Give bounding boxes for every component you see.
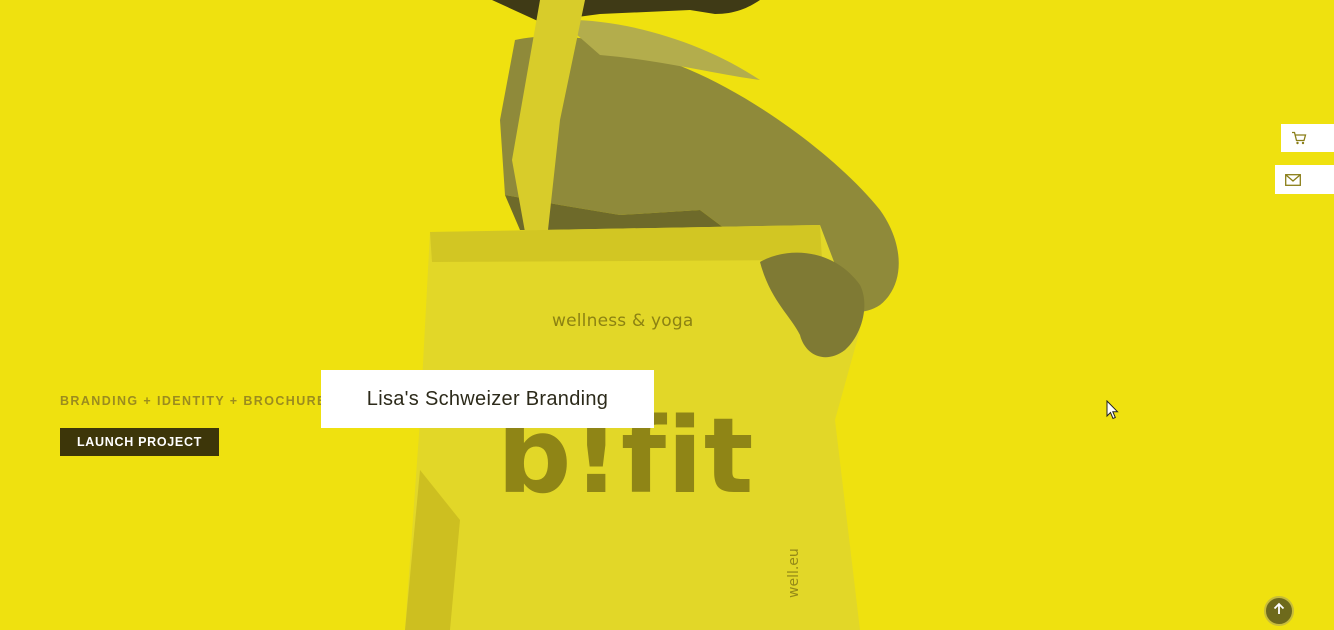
project-title: Lisa's Schweizer Branding	[321, 370, 654, 428]
mail-icon	[1285, 173, 1301, 186]
launch-project-button[interactable]: LAUNCH PROJECT	[60, 428, 219, 456]
bag-tagline: wellness & yoga	[552, 311, 694, 331]
bag-vertical-text: well.eu	[786, 548, 802, 598]
cart-tab[interactable]	[1281, 124, 1334, 152]
cart-icon	[1291, 131, 1307, 145]
project-categories: BRANDING + IDENTITY + BROCHURE	[60, 394, 327, 408]
mail-tab[interactable]	[1275, 165, 1334, 194]
scroll-to-top-button[interactable]	[1264, 596, 1294, 626]
hero-section: wellness & yoga b!fit well.eu BRANDING +…	[0, 0, 1334, 630]
arrow-up-icon	[1272, 602, 1286, 621]
mouse-pointer-icon	[1106, 399, 1120, 420]
